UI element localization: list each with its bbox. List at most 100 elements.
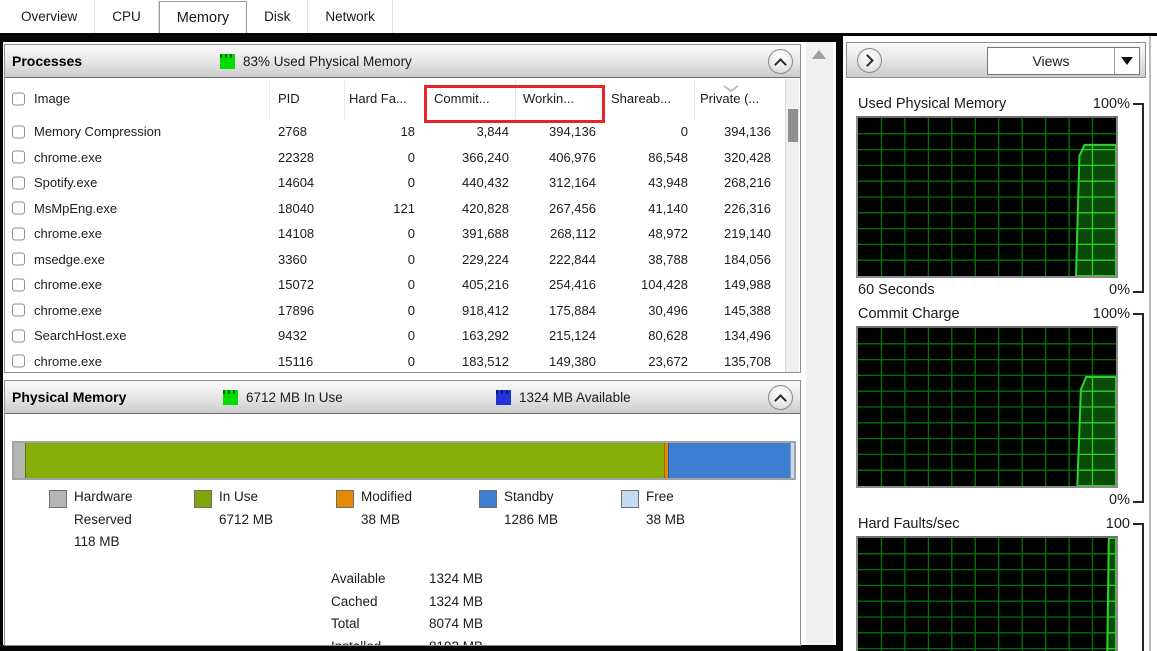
cell-commit: 229,224	[462, 251, 509, 267]
table-row[interactable]: Memory Compression 2768 18 3,844 394,136 0 394…	[5, 119, 786, 145]
row-checkbox[interactable]	[12, 354, 25, 368]
cell-working-set: 268,112	[549, 226, 596, 241]
cell-private: 394,136	[724, 124, 771, 139]
cell-shareable: 43,948	[648, 175, 688, 190]
table-row[interactable]: Spotify.exe 14604 0 440,432 312,164 43,948 268…	[5, 170, 786, 196]
col-header-commit[interactable]: Commit...	[434, 79, 514, 119]
row-checkbox[interactable]	[12, 150, 25, 164]
row-checkbox[interactable]	[12, 227, 25, 241]
window-edge	[1149, 36, 1151, 651]
row-checkbox[interactable]	[12, 303, 25, 317]
cell-working-set: 215,124	[549, 328, 596, 343]
row-checkbox[interactable]	[12, 252, 25, 266]
chart-axis-bracket	[1133, 523, 1144, 651]
cell-hard-faults: 0	[407, 251, 415, 267]
cell-pid: 14604	[278, 175, 315, 190]
chart-canvas-hard-faults	[856, 536, 1118, 651]
green-memory-icon	[220, 53, 235, 69]
cell-hard-faults: 0	[407, 175, 415, 190]
table-row[interactable]: chrome.exe 17896 0 918,412 175,884 30,496 145,…	[5, 298, 786, 324]
stat-label: Installed	[331, 638, 382, 646]
charts-sidebar-header: Views	[846, 42, 1146, 78]
row-checkbox[interactable]	[12, 278, 25, 292]
content-scrollbar[interactable]	[806, 42, 833, 645]
resource-monitor-window: Overview CPU Memory Disk Network Process…	[0, 0, 1157, 651]
legend-label: Free	[646, 489, 674, 504]
chart-ymax-label: 100%	[1092, 306, 1130, 322]
chart-ymin-label: 0%	[1109, 282, 1130, 298]
table-row[interactable]: chrome.exe 15072 0 405,216 254,416 104,428 149…	[5, 272, 786, 298]
cell-working-set: 312,164	[549, 175, 596, 190]
views-button[interactable]: Views	[987, 47, 1140, 75]
chart-xaxis-label: 60 Seconds	[858, 282, 935, 298]
cell-commit: 440,432	[462, 175, 509, 190]
scrollbar-thumb[interactable]	[788, 109, 798, 142]
cell-private: 268,216	[724, 175, 771, 190]
row-checkbox[interactable]	[12, 176, 25, 190]
table-row[interactable]: msedge.exe 3360 0 229,224 222,844 38,788 184,0…	[5, 247, 786, 273]
cell-pid: 15116	[278, 353, 314, 369]
col-header-hard-faults[interactable]: Hard Fa...	[349, 79, 419, 119]
col-header-working-set[interactable]: Workin...	[523, 79, 603, 119]
collapse-physical-memory-button[interactable]	[768, 385, 793, 410]
cell-commit: 391,688	[462, 226, 509, 241]
cell-pid: 2768	[278, 124, 307, 139]
cell-hard-faults: 121	[393, 200, 415, 216]
row-checkbox[interactable]	[12, 329, 25, 343]
cell-hard-faults: 0	[407, 328, 415, 343]
collapse-processes-button[interactable]	[768, 49, 793, 74]
table-row[interactable]: chrome.exe 15116 0 183,512 149,380 23,672 135,…	[5, 349, 786, 373]
cell-commit: 3,844	[476, 124, 509, 139]
available-status-text: 1324 MB Available	[519, 389, 631, 405]
cell-hard-faults: 0	[407, 302, 415, 318]
tab-overview[interactable]: Overview	[4, 0, 96, 33]
blue-memory-icon	[496, 389, 511, 405]
process-table-scrollbar[interactable]	[785, 79, 799, 372]
chart-ymax-label: 100	[1105, 516, 1130, 532]
select-all-checkbox[interactable]	[12, 92, 25, 106]
physical-memory-panel-header[interactable]: Physical Memory 6712 MB In Use 1324 MB A…	[5, 381, 800, 414]
table-row[interactable]: MsMpEng.exe 18040 121 420,828 267,456 41,140 2…	[5, 196, 786, 222]
row-checkbox[interactable]	[12, 201, 25, 215]
chevron-right-icon	[861, 54, 874, 67]
chart-canvas-used-physical-memory	[856, 116, 1118, 278]
memory-composition-bar	[12, 441, 796, 480]
tab-network[interactable]: Network	[308, 0, 393, 33]
scroll-up-arrow-icon[interactable]	[812, 50, 826, 59]
tab-disk[interactable]: Disk	[247, 0, 309, 33]
cell-image: SearchHost.exe	[34, 328, 127, 343]
chart-title-hard-faults: Hard Faults/sec	[858, 516, 960, 532]
green-memory-icon	[223, 389, 238, 405]
cell-hard-faults: 0	[407, 149, 415, 165]
cell-working-set: 149,380	[549, 353, 596, 369]
table-row[interactable]: chrome.exe 14108 0 391,688 268,112 48,972 219,…	[5, 221, 786, 247]
cell-working-set: 175,884	[549, 302, 596, 318]
cell-pid: 18040	[278, 200, 315, 216]
stat-value: 8192 MB	[429, 638, 484, 646]
sort-descending-icon	[723, 85, 739, 93]
col-header-shareable[interactable]: Shareab...	[611, 79, 691, 119]
stat-label: Total	[331, 616, 360, 631]
col-header-pid[interactable]: PID	[278, 79, 342, 119]
cell-shareable: 41,140	[648, 200, 688, 216]
table-row[interactable]: SearchHost.exe 9432 0 163,292 215,124 80,628 1…	[5, 323, 786, 349]
row-checkbox[interactable]	[12, 125, 25, 139]
cell-private: 320,428	[724, 149, 771, 165]
expand-panel-button[interactable]	[857, 48, 882, 73]
col-header-image[interactable]: Image	[34, 79, 264, 119]
legend-swatch	[621, 490, 639, 508]
processes-panel-header[interactable]: Processes 83% Used Physical Memory	[5, 45, 800, 78]
memory-usage-status: 83% Used Physical Memory	[220, 53, 412, 69]
views-dropdown-arrow[interactable]	[1115, 48, 1139, 74]
cell-private: 149,988	[724, 277, 771, 292]
legend-swatch	[194, 490, 212, 508]
process-rows: Memory Compression 2768 18 3,844 394,136 0 394…	[5, 119, 786, 372]
col-header-private[interactable]: Private (...	[700, 79, 780, 119]
in-use-status-text: 6712 MB In Use	[246, 389, 343, 405]
legend-value: 118 MB	[74, 534, 120, 549]
legend-value: 1286 MB	[504, 511, 559, 527]
tab-cpu[interactable]: CPU	[95, 0, 159, 33]
tab-memory[interactable]: Memory	[158, 1, 248, 33]
processes-panel-title: Processes	[12, 53, 83, 69]
table-row[interactable]: chrome.exe 22328 0 366,240 406,976 86,548 320,…	[5, 145, 786, 171]
